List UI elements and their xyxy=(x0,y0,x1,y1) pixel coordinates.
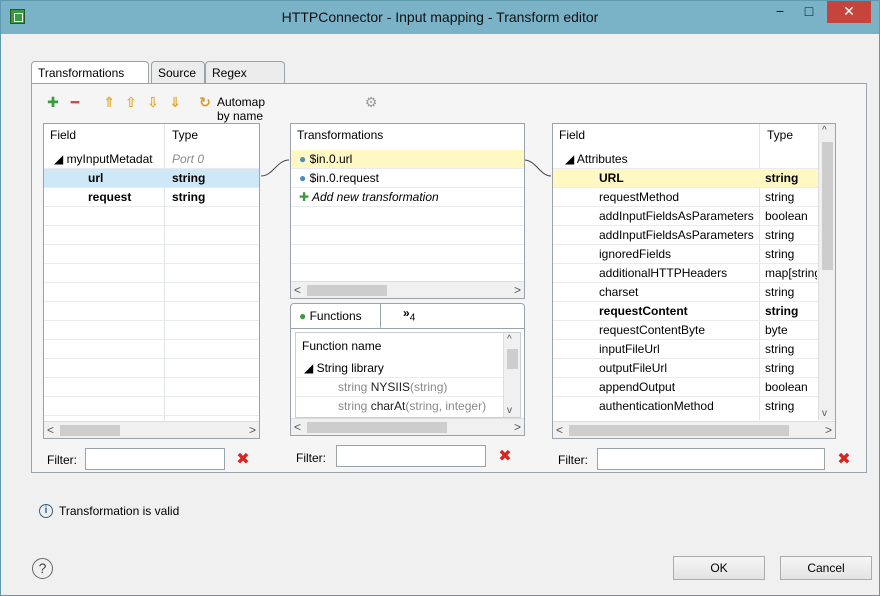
output-row[interactable]: ignoredFields string xyxy=(553,245,818,264)
transformation-item-url[interactable]: ● $in.0.url xyxy=(291,150,524,169)
output-row[interactable]: additionalHTTPHeaders map[string, s xyxy=(553,264,818,283)
input-row-group[interactable]: ◢ myInputMetadat Port 0 xyxy=(44,150,259,169)
validation-status: Transformation is valid xyxy=(59,504,180,518)
close-button[interactable]: ✕ xyxy=(827,1,871,23)
input-row-request[interactable]: request string xyxy=(44,188,259,207)
input-row-url[interactable]: url string xyxy=(44,169,259,188)
add-icon[interactable]: ✚ xyxy=(45,94,61,110)
input-filter-label: Filter: xyxy=(47,453,77,467)
output-horizontal-scrollbar[interactable]: < > xyxy=(553,421,835,438)
functions-horizontal-scrollbar[interactable]: < > xyxy=(291,418,524,435)
function-item-charat[interactable]: string charAt(string, integer) xyxy=(296,397,506,416)
add-icon: ✚ xyxy=(299,190,310,204)
output-row[interactable]: requestContentByte byte xyxy=(553,321,818,340)
move-top-icon[interactable]: ⇑ xyxy=(101,94,117,110)
transformation-item-request[interactable]: ● $in.0.request xyxy=(291,169,524,188)
window-title: HTTPConnector - Input mapping - Transfor… xyxy=(281,9,599,25)
functions-vertical-scrollbar[interactable]: ^ v xyxy=(503,333,520,417)
output-row[interactable]: charset string xyxy=(553,283,818,302)
output-row[interactable]: authenticationMethod string xyxy=(553,397,818,416)
title-bar: HTTPConnector - Input mapping - Transfor… xyxy=(1,1,879,34)
clear-input-filter-icon[interactable]: ✖ xyxy=(235,452,251,468)
input-filter-field[interactable] xyxy=(85,448,225,470)
output-metadata-table: Field Type ◢ Attributes URL string reque… xyxy=(552,123,836,439)
transformations-list: Transformations ● $in.0.url ● $in.0.requ… xyxy=(290,123,525,299)
dialog-window: HTTPConnector - Input mapping - Transfor… xyxy=(0,0,880,596)
output-row[interactable]: outputFileUrl string xyxy=(553,359,818,378)
help-icon[interactable]: ? xyxy=(32,558,53,579)
input-metadata-table: Field Type ◢ myInputMetadat Port 0 url s… xyxy=(43,123,260,439)
remove-icon[interactable]: ━ xyxy=(67,94,83,110)
clear-transformations-filter-icon[interactable]: ✖ xyxy=(497,449,513,465)
function-item-nysiis[interactable]: string NYSIIS(string) xyxy=(296,378,506,397)
cancel-button[interactable]: Cancel xyxy=(780,556,872,580)
move-up-icon[interactable]: ⇧ xyxy=(123,94,139,110)
output-header-type: Type xyxy=(761,124,821,146)
output-row-url[interactable]: URL string xyxy=(553,169,818,188)
functions-tab[interactable]: ● Functions xyxy=(291,304,381,328)
automap-button[interactable]: Automap by name xyxy=(217,95,265,123)
output-row[interactable]: addInputFieldsAsParameters boolean xyxy=(553,207,818,226)
overflow-tabs-button[interactable]: »4 xyxy=(403,306,415,323)
info-icon: i xyxy=(39,504,53,518)
string-library-node[interactable]: ◢ String library xyxy=(296,359,506,378)
input-horizontal-scrollbar[interactable]: < > xyxy=(44,421,259,438)
output-filter-label: Filter: xyxy=(558,453,588,467)
output-row[interactable]: addInputFieldsAsParameters string xyxy=(553,226,818,245)
tab-regex-tester[interactable]: Regex tester xyxy=(205,61,285,94)
settings-icon[interactable]: ⚙ xyxy=(363,94,379,110)
add-new-transformation-link[interactable]: ✚ Add new transformation xyxy=(291,188,524,207)
output-vertical-scrollbar[interactable]: ^ v xyxy=(818,124,835,420)
output-header-field: Field xyxy=(553,124,753,146)
tab-transformations[interactable]: Transformations xyxy=(31,61,149,85)
functions-header: Function name xyxy=(296,335,496,357)
output-row[interactable]: inputFileUrl string xyxy=(553,340,818,359)
functions-list: Function name ◢ String library string NY… xyxy=(295,332,521,418)
clear-output-filter-icon[interactable]: ✖ xyxy=(836,452,852,468)
transformations-horizontal-scrollbar[interactable]: < > xyxy=(291,281,524,298)
ok-button[interactable]: OK xyxy=(673,556,765,580)
tab-source[interactable]: Source xyxy=(151,61,205,84)
transformations-header: Transformations xyxy=(291,124,521,146)
output-filter-field[interactable] xyxy=(597,448,825,470)
maximize-button[interactable]: □ xyxy=(795,1,823,23)
transformations-filter-label: Filter: xyxy=(296,451,326,465)
move-down-icon[interactable]: ⇩ xyxy=(145,94,161,110)
output-row[interactable]: appendOutput boolean xyxy=(553,378,818,397)
minimize-button[interactable]: − xyxy=(767,1,793,23)
move-bottom-icon[interactable]: ⇓ xyxy=(167,94,183,110)
output-row[interactable]: requestMethod string xyxy=(553,188,818,207)
input-header-type: Type xyxy=(166,124,256,146)
output-group-attributes[interactable]: ◢ Attributes xyxy=(553,150,818,169)
functions-panel: ● Functions »4 Function name ◢ String li… xyxy=(290,303,525,436)
transformations-filter-field[interactable] xyxy=(336,445,486,467)
automap-icon[interactable]: ↻ xyxy=(197,94,213,110)
output-row-request-content[interactable]: requestContent string xyxy=(553,302,818,321)
input-header-field: Field xyxy=(44,124,164,146)
